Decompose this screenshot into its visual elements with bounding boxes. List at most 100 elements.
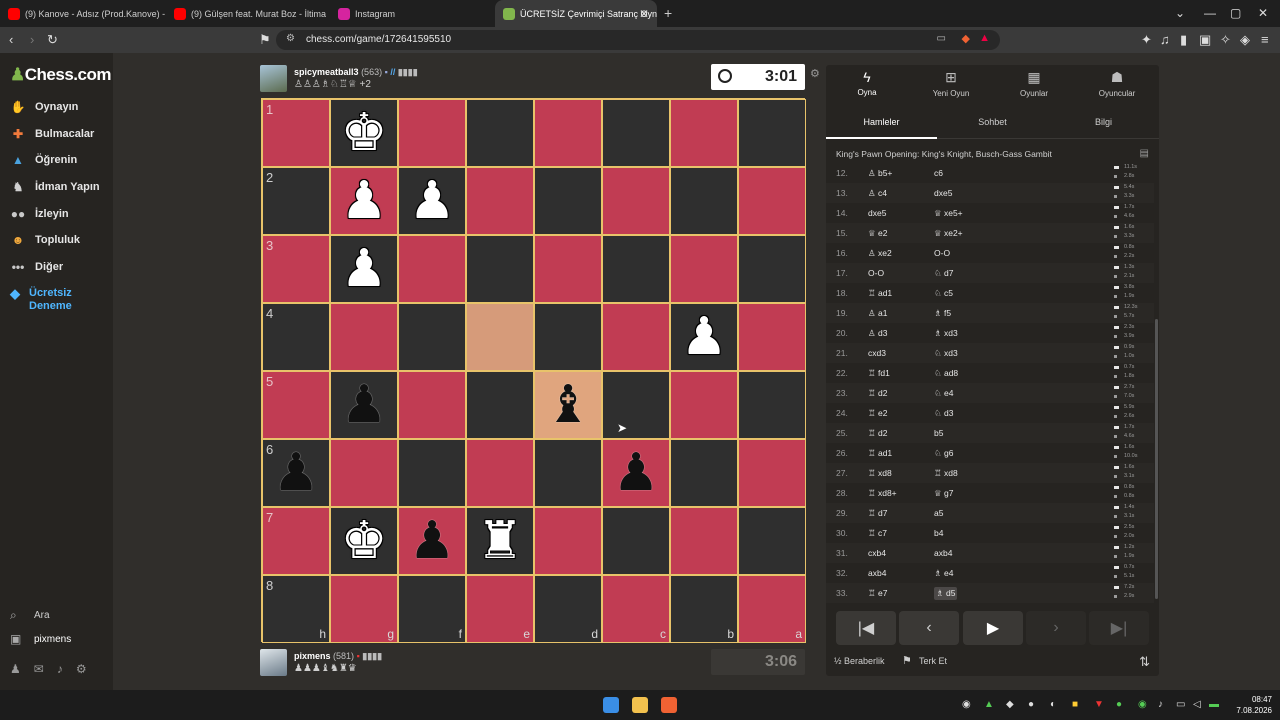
tray-icon[interactable]: ◐	[1050, 699, 1056, 710]
sidebar-toggle-icon[interactable]: ▮	[1180, 32, 1187, 48]
site-info-icon[interactable]: ⚙	[286, 33, 295, 44]
media-icon[interactable]: ♫	[1160, 32, 1170, 47]
battery-icon[interactable]: ▬	[1209, 699, 1219, 710]
black-move[interactable]: ♗ f5	[934, 308, 951, 319]
friends-icon[interactable]: ♟	[10, 662, 21, 676]
white-move[interactable]: cxd3	[868, 348, 886, 358]
square-h2[interactable]: 2	[262, 167, 330, 235]
square-a3[interactable]	[738, 235, 806, 303]
browser-tab-2[interactable]: (9) Gülşen feat. Murat Boz - İltima	[166, 0, 326, 27]
square-b4[interactable]: ♟	[670, 303, 738, 371]
square-f8[interactable]: f	[398, 575, 466, 643]
square-d4[interactable]	[534, 303, 602, 371]
square-h8[interactable]: 8h	[262, 575, 330, 643]
square-h6[interactable]: 6 ♟	[262, 439, 330, 507]
square-a5[interactable]	[738, 371, 806, 439]
square-c6[interactable]: ♟	[602, 439, 670, 507]
white-move[interactable]: axb4	[868, 568, 886, 578]
white-move[interactable]: ♖ xd8+	[868, 488, 897, 499]
tray-icon[interactable]: ◉	[1138, 699, 1147, 710]
square-f3[interactable]	[398, 235, 466, 303]
tab-games[interactable]: ▦ Oyunlar	[993, 69, 1075, 98]
reload-icon[interactable]: ↻	[47, 32, 58, 48]
square-h1[interactable]: 1	[262, 99, 330, 167]
square-e4[interactable]	[466, 303, 534, 371]
square-a8[interactable]: a	[738, 575, 806, 643]
white-move[interactable]: ♖ d2	[868, 388, 887, 399]
square-f2[interactable]: ♟	[398, 167, 466, 235]
square-d1[interactable]	[534, 99, 602, 167]
square-b7[interactable]	[670, 507, 738, 575]
black-move[interactable]: ♘ e4	[934, 388, 953, 399]
brave-rewards-icon[interactable]: ▲	[979, 32, 990, 44]
square-c2[interactable]	[602, 167, 670, 235]
square-a6[interactable]	[738, 439, 806, 507]
square-d8[interactable]: d	[534, 575, 602, 643]
square-h5[interactable]: 5	[262, 371, 330, 439]
square-e1[interactable]	[466, 99, 534, 167]
black-move[interactable]: ♘ xd3	[934, 348, 958, 359]
white-move[interactable]: ♕ e2	[868, 228, 887, 239]
square-d2[interactable]	[534, 167, 602, 235]
move-list[interactable]: 12. ♙ b5+ c6 11.1s 2.8s 13. ♙ c4 dxe5 5.4s 3.3s 14…	[826, 163, 1159, 603]
sidebar-search[interactable]: ⌕ Ara	[10, 608, 50, 623]
bookmark-icon[interactable]: ⚑	[259, 32, 271, 48]
black-move[interactable]: ♘ c5	[934, 288, 953, 299]
square-e3[interactable]	[466, 235, 534, 303]
black-move[interactable]: dxe5	[934, 188, 952, 198]
square-c7[interactable]	[602, 507, 670, 575]
chess-piece[interactable]: ♟	[613, 447, 660, 499]
wallet-icon[interactable]: ▣	[1199, 32, 1211, 48]
white-move[interactable]: ♙ c4	[868, 188, 887, 199]
tab-menu-icon[interactable]: ⌄	[1175, 6, 1185, 20]
square-h3[interactable]: 3	[262, 235, 330, 303]
chess-piece[interactable]: ♟	[409, 175, 456, 227]
chess-piece[interactable]: ♚	[341, 107, 388, 159]
black-move[interactable]: ♕ xe2+	[934, 228, 963, 239]
forward-icon[interactable]: ›	[30, 32, 34, 47]
last-move-button[interactable]: ▶|	[1089, 611, 1149, 645]
close-tab-icon[interactable]: ✕	[639, 7, 649, 21]
square-d6[interactable]	[534, 439, 602, 507]
network-icon[interactable]: ▭	[1176, 699, 1185, 710]
square-g1[interactable]: ♚	[330, 99, 398, 167]
vpn-icon[interactable]: ◈	[1240, 32, 1250, 48]
black-move[interactable]: ♘ g6	[934, 448, 953, 459]
square-b6[interactable]	[670, 439, 738, 507]
chess-piece[interactable]: ♝	[545, 379, 592, 431]
black-move[interactable]: a5	[934, 508, 943, 518]
tray-icon[interactable]: ●	[1116, 699, 1122, 710]
bottom-player-name[interactable]: pixmens (581) ▪ ▮▮▮▮	[294, 651, 382, 662]
tray-discord-icon[interactable]: ●	[1028, 699, 1034, 710]
address-bar[interactable]: ⚙ chess.com/game/172641595510 ▭ ◆ ▲	[276, 30, 1000, 50]
notifications-icon[interactable]: ♪	[57, 662, 63, 676]
chess-piece[interactable]: ♚	[341, 515, 388, 567]
square-d3[interactable]	[534, 235, 602, 303]
extensions-icon[interactable]: ✦	[1141, 32, 1152, 48]
chess-piece[interactable]: ♜	[477, 515, 524, 567]
opening-name[interactable]: King's Pawn Opening: King's Knight, Busc…	[836, 149, 1052, 159]
play-button[interactable]: ▶	[963, 611, 1023, 645]
sidebar-item-puzzles[interactable]: ✚ Bulmacalar	[10, 124, 94, 144]
new-tab-icon[interactable]: +	[664, 5, 672, 21]
browser-tab-3[interactable]: Instagram	[330, 0, 490, 27]
square-c1[interactable]	[602, 99, 670, 167]
tab-info[interactable]: Bilgi	[1048, 107, 1159, 139]
square-a7[interactable]	[738, 507, 806, 575]
black-move[interactable]: axb4	[934, 548, 952, 558]
square-e7[interactable]: ♜	[466, 507, 534, 575]
settings-gear-icon[interactable]: ⚙	[76, 662, 87, 676]
black-move[interactable]: b4	[934, 528, 943, 538]
white-move[interactable]: ♖ fd1	[868, 368, 890, 379]
chesscom-logo[interactable]: ♟Chess.com	[10, 65, 111, 85]
sidebar-item-train[interactable]: ♞ İdman Yapın	[10, 177, 100, 197]
white-move[interactable]: ♖ xd8	[868, 468, 892, 479]
black-move[interactable]: ♘ ad8	[934, 368, 958, 379]
windows-start-icon[interactable]	[603, 697, 619, 713]
white-move[interactable]: ♖ ad1	[868, 448, 892, 459]
square-b1[interactable]	[670, 99, 738, 167]
chess-piece[interactable]: ♟	[341, 379, 388, 431]
black-move[interactable]: b5	[934, 428, 943, 438]
browser-tab-1[interactable]: (9) Kanove - Adsız (Prod.Kanove) - Yo	[0, 0, 165, 27]
chess-piece[interactable]: ♟	[409, 515, 456, 567]
